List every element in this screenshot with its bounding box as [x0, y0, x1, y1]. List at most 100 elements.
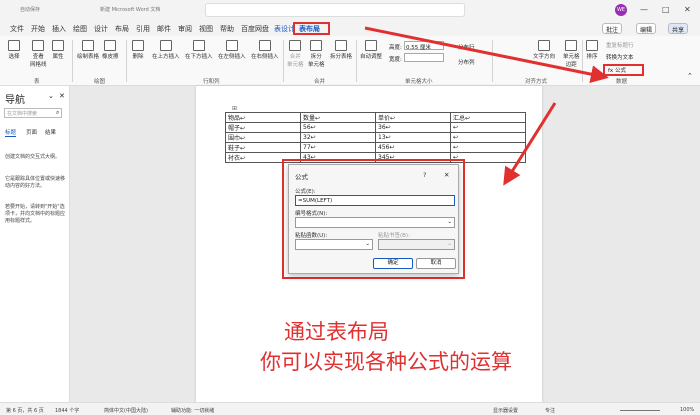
convert-to-text-button[interactable]: 转换为文本 [606, 53, 634, 61]
nav-close-icon[interactable]: ✕ [59, 92, 65, 100]
page-count[interactable]: 第 6 页，共 6 页 [6, 407, 44, 414]
table-cell[interactable]: ↩ [450, 122, 526, 133]
eraser-button[interactable]: 橡皮擦 [102, 40, 119, 60]
paste-function-label: 粘贴函数(U): [295, 233, 328, 239]
table-move-handle-icon[interactable]: ⊞ [232, 105, 237, 112]
display-settings-button[interactable]: 显示器设置 [493, 407, 518, 414]
tab-layout[interactable]: 布局 [115, 24, 129, 34]
tab-baidu-netdisk[interactable]: 百度网盘 [241, 24, 269, 34]
minimize-icon[interactable]: — [640, 5, 648, 14]
chevron-down-icon: ⌄ [447, 241, 452, 247]
width-label: 宽度: [389, 57, 402, 63]
edit-button[interactable]: 编辑 [636, 23, 657, 34]
focus-button[interactable]: 专注 [545, 407, 555, 414]
table-cell[interactable]: ↩ [450, 132, 526, 143]
distribute-cols-button[interactable]: 分布列 [458, 58, 475, 66]
tab-design[interactable]: 设计 [94, 24, 108, 34]
nav-tab-pages[interactable]: 页面 [26, 128, 37, 136]
table-cell[interactable]: 汇总↩ [450, 112, 526, 123]
merge-cells-button[interactable]: 合并 单元格 [287, 40, 304, 68]
tab-references[interactable]: 引用 [136, 24, 150, 34]
avatar[interactable]: WE [615, 4, 627, 16]
nav-options-icon[interactable]: ⌄ [48, 92, 54, 100]
table-cell[interactable]: 456↩ [375, 142, 451, 153]
delete-table-icon [132, 40, 144, 51]
zoom-slider[interactable] [620, 410, 660, 411]
nav-tab-results[interactable]: 结果 [45, 128, 56, 136]
tab-help[interactable]: 帮助 [220, 24, 234, 34]
draw-table-button[interactable]: 绘制表格 [77, 40, 99, 60]
table-cell[interactable]: 56↩ [300, 122, 376, 133]
group-rows-cols: 行和列 [203, 79, 220, 85]
table-cell[interactable]: 32↩ [300, 132, 376, 143]
help-icon[interactable]: ? [423, 171, 426, 179]
autofit-icon [365, 40, 377, 51]
title-search-box[interactable] [205, 3, 465, 17]
tab-table-design[interactable]: 表设计 [274, 24, 295, 34]
nav-tab-headings[interactable]: 标题 [5, 128, 17, 137]
ribbon-collapse-icon[interactable]: ⌃ [687, 72, 693, 80]
table-cell[interactable]: 36↩ [375, 122, 451, 133]
close-icon[interactable]: ✕ [684, 5, 691, 14]
comment-button[interactable]: 批注 [602, 23, 623, 34]
nav-search-input[interactable]: 在文档中搜索 [4, 108, 62, 118]
cell-margins-button[interactable]: 单元格 边距 [563, 40, 580, 68]
table-cell[interactable]: 帽子↩ [225, 122, 301, 133]
formula-highlight-box [603, 64, 644, 76]
formula-field[interactable]: =SUM(LEFT) [295, 195, 455, 206]
gridlines-button[interactable]: 查看 网格线 [30, 40, 47, 68]
document-table[interactable]: 物品↩ 数量↩ 单价↩ 汇总↩ 帽子↩ 56↩ 36↩ ↩ 围巾↩ 32↩ 13… [225, 112, 526, 163]
dialog-close-icon[interactable]: ✕ [444, 171, 449, 179]
split-cells-button[interactable]: 拆分 单元格 [308, 40, 325, 68]
tab-file[interactable]: 文件 [10, 24, 24, 34]
tab-insert[interactable]: 插入 [52, 24, 66, 34]
tab-view[interactable]: 视图 [199, 24, 213, 34]
width-field[interactable] [404, 53, 444, 62]
tab-review[interactable]: 审阅 [178, 24, 192, 34]
chevron-down-icon: ⌄ [365, 241, 370, 247]
search-icon[interactable]: ⌕ [56, 109, 59, 117]
table-cell[interactable]: 围巾↩ [225, 132, 301, 143]
paste-bookmark-select[interactable]: ⌄ [378, 239, 455, 250]
insert-above-button[interactable]: 在上方插入 [152, 40, 180, 60]
insert-left-button[interactable]: 在左侧插入 [218, 40, 246, 60]
accessibility-status[interactable]: 辅助功能: 一切就绪 [171, 407, 214, 414]
table-cell[interactable]: ↩ [450, 142, 526, 153]
height-field[interactable]: 0.55 厘米 [404, 41, 444, 51]
maximize-icon[interactable]: □ [662, 5, 670, 14]
split-table-button[interactable]: 拆分表格 [330, 40, 352, 60]
insert-right-button[interactable]: 在右侧插入 [251, 40, 279, 60]
properties-button[interactable]: 属性 [52, 40, 64, 60]
table-cell[interactable]: 鞋子↩ [225, 142, 301, 153]
share-button[interactable]: 共享 [668, 23, 689, 34]
autofit-button[interactable]: 自动调整 [360, 40, 382, 60]
language-indicator[interactable]: 简体中文(中国大陆) [104, 407, 148, 414]
delete-button[interactable]: 删除 [132, 40, 144, 60]
cancel-button[interactable]: 取消 [416, 258, 456, 269]
text-direction-icon [538, 40, 550, 51]
ok-button[interactable]: 确定 [373, 258, 413, 269]
table-cell[interactable]: 单价↩ [375, 112, 451, 123]
sort-button[interactable]: 排序 [586, 40, 598, 60]
sort-icon [586, 40, 598, 51]
insert-below-button[interactable]: 在下方插入 [185, 40, 213, 60]
tab-home[interactable]: 开始 [31, 24, 45, 34]
word-count[interactable]: 1844 个字 [55, 407, 79, 414]
ribbon-separator [492, 40, 493, 82]
split-table-icon [335, 40, 347, 51]
table-cell[interactable]: 77↩ [300, 142, 376, 153]
number-format-select[interactable]: ⌄ [295, 217, 455, 228]
autosave-label[interactable]: 自动保存 [20, 6, 40, 13]
paste-function-select[interactable]: ⌄ [295, 239, 373, 250]
table-cell[interactable]: 物品↩ [225, 112, 301, 123]
repeat-header-button[interactable]: 重复标题行 [606, 41, 634, 49]
distribute-rows-button[interactable]: 分布行 [458, 43, 475, 51]
table-cell[interactable]: 13↩ [375, 132, 451, 143]
ribbon-separator [126, 40, 127, 82]
table-cell[interactable]: 数量↩ [300, 112, 376, 123]
select-button[interactable]: 选择 [8, 40, 20, 60]
zoom-level[interactable]: 100% [680, 407, 694, 413]
text-direction-button[interactable]: 文字方向 [533, 40, 555, 60]
tab-mailings[interactable]: 邮件 [157, 24, 171, 34]
tab-draw[interactable]: 绘图 [73, 24, 87, 34]
